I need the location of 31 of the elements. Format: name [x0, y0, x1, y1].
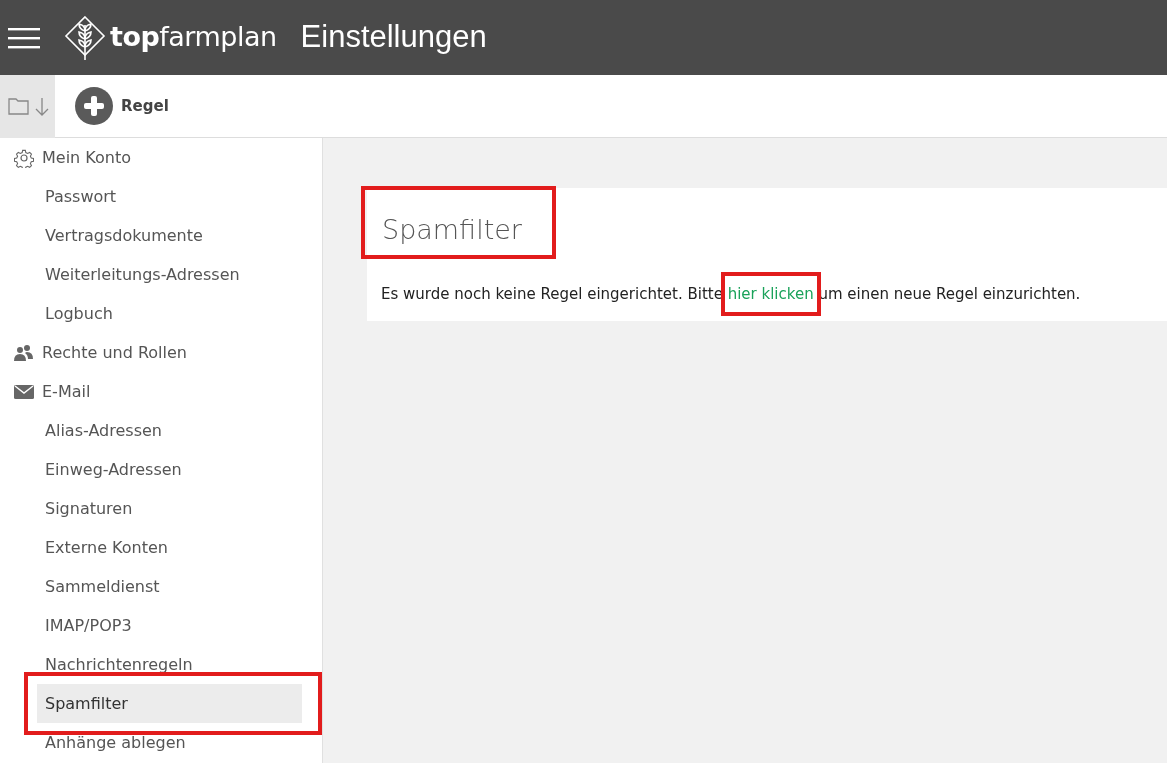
plus-icon	[75, 87, 113, 125]
people-icon	[14, 343, 34, 362]
add-rule-button[interactable]: Regel	[71, 87, 173, 125]
brand-name: topfarmplan	[110, 20, 277, 55]
section-label: E-Mail	[42, 380, 91, 403]
sidebar-item[interactable]: IMAP/POP3	[37, 606, 302, 645]
sidebar-item[interactable]: Alias-Adressen	[37, 411, 302, 450]
menu-icon[interactable]	[8, 26, 40, 49]
folder-sort-button[interactable]	[0, 74, 55, 138]
sidebar-item[interactable]: Externe Konten	[37, 528, 302, 567]
sidebar-item[interactable]: Weiterleitungs-Adressen	[37, 255, 302, 294]
page-title: Einstellungen	[300, 18, 487, 57]
sidebar-item[interactable]: Einweg-Adressen	[37, 450, 302, 489]
section-label: Rechte und Rollen	[42, 341, 187, 364]
section-title: Spamfilter	[382, 214, 522, 245]
envelope-icon	[14, 383, 34, 400]
folder-down-icon	[5, 95, 50, 117]
gear-icon	[14, 147, 34, 168]
sidebar-item[interactable]: Vertragsdokumente	[37, 216, 302, 255]
sidebar-item[interactable]: Passwort	[37, 177, 302, 216]
sidebar-section[interactable]: Rechte und Rollen	[0, 333, 322, 372]
sidebar-item[interactable]: Logbuch	[37, 294, 302, 333]
sidebar-item[interactable]: Signaturen	[37, 489, 302, 528]
sidebar-item[interactable]: Sammeldienst	[37, 567, 302, 606]
wheat-logo-icon	[64, 14, 106, 61]
section-label: Mein Konto	[42, 146, 131, 169]
sidebar-item[interactable]: Spamfilter	[37, 684, 302, 723]
sidebar-section[interactable]: E-Mail	[0, 372, 322, 411]
sidebar-item[interactable]: Nachrichtenregeln	[37, 645, 302, 684]
sidebar-item[interactable]: Anhänge ablegen	[37, 723, 302, 762]
sidebar-section[interactable]: Mein Konto	[0, 138, 322, 177]
